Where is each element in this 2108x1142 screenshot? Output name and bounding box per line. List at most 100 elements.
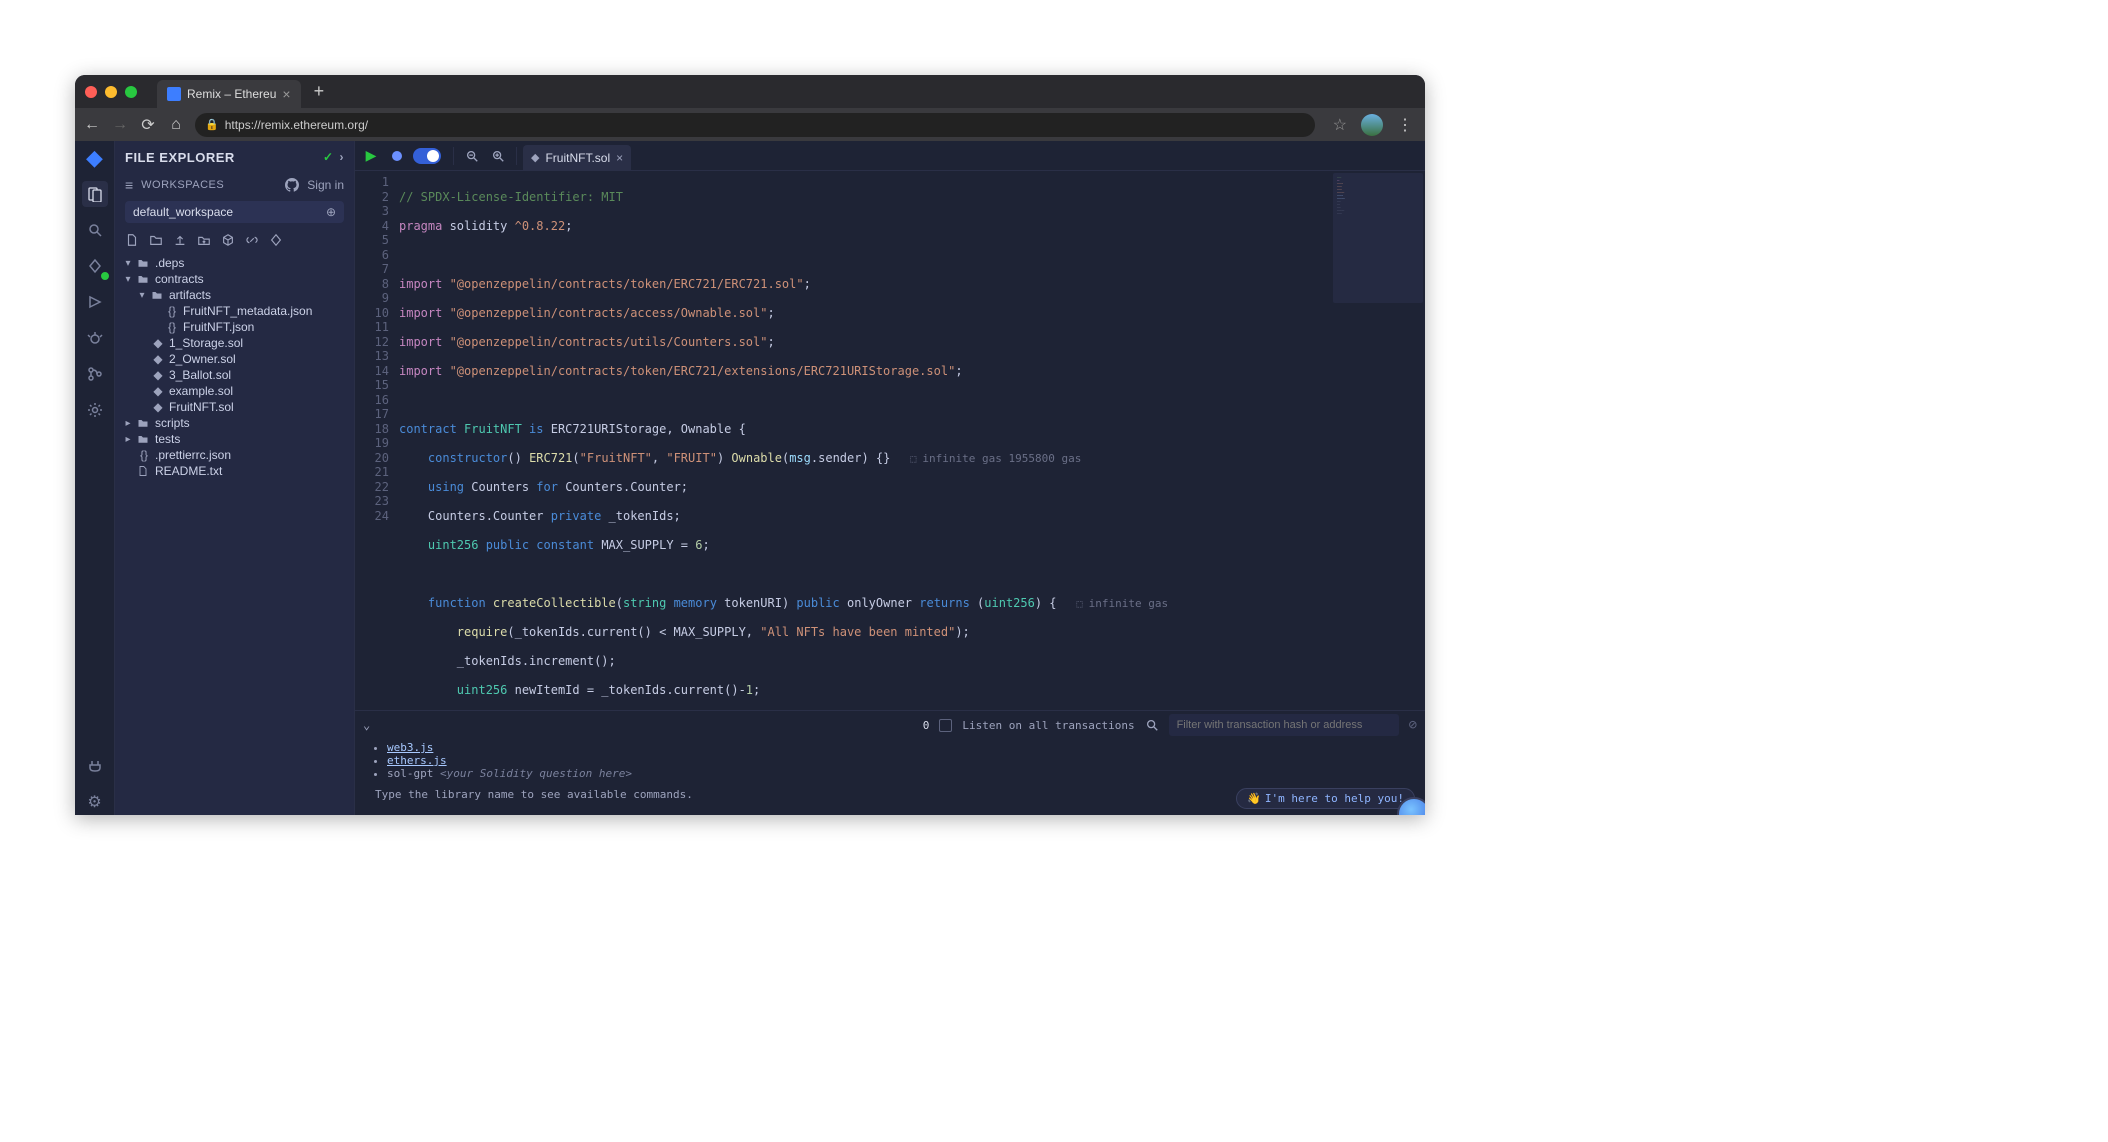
folder-icon (137, 257, 151, 269)
tab-favicon-icon (167, 87, 181, 101)
editor-tab[interactable]: ◆ FruitNFT.sol × (523, 145, 631, 171)
help-bubble[interactable]: 👋 I'm here to help you! (1236, 788, 1415, 809)
check-icon: ✓ (323, 150, 334, 164)
file-explorer-tab-icon[interactable] (82, 181, 108, 207)
link-icon[interactable] (245, 233, 259, 247)
tree-item-label: README.txt (155, 464, 222, 478)
folder-item[interactable]: ▸scripts (115, 415, 354, 431)
sol-icon: ◆ (151, 384, 165, 398)
debug-button[interactable] (385, 144, 409, 168)
separator (453, 147, 454, 165)
tree-item-label: .prettierrc.json (155, 448, 231, 462)
terminal-output[interactable]: web3.js ethers.js sol-gpt <your Solidity… (355, 739, 1425, 815)
file-item[interactable]: ◆FruitNFT.sol (115, 399, 354, 415)
file-item[interactable]: ◆ 1_Storage.sol (115, 335, 354, 351)
reload-button[interactable]: ⟳ (139, 115, 157, 135)
tree-item-label: FruitNFT_metadata.json (183, 304, 312, 318)
settings-tab-icon[interactable] (82, 397, 108, 423)
json-icon: {} (137, 448, 151, 462)
bottom-settings-icon[interactable]: ⚙ (82, 789, 108, 815)
plugin-manager-icon[interactable] (82, 753, 108, 779)
chevron-right-icon[interactable]: › (340, 150, 345, 164)
browser-menu-button[interactable]: ⋮ (1397, 115, 1413, 135)
browser-toolbar: ← → ⟳ ⌂ 🔒 https://remix.ethereum.org/ ☆ … (75, 108, 1425, 141)
workspace-selector[interactable]: default_workspace ⊕ (125, 201, 344, 223)
git-tab-icon[interactable] (82, 361, 108, 387)
hamburger-icon[interactable]: ≡ (125, 177, 133, 193)
folder-icon (151, 289, 165, 301)
address-bar[interactable]: 🔒 https://remix.ethereum.org/ (195, 113, 1315, 137)
signin-link[interactable]: Sign in (307, 178, 344, 192)
compiler-tab-icon[interactable] (82, 253, 108, 279)
zoom-out-button[interactable] (460, 144, 484, 168)
upload-icon[interactable] (173, 233, 187, 247)
maximize-window-button[interactable] (125, 86, 137, 98)
back-button[interactable]: ← (83, 116, 101, 134)
minimap[interactable]: ▬▬▬▬▬▬▬ ▬▬▬▬ ▬▬▬▬▬▬▬▬▬▬ ▬▬▬▬▬▬▬▬ ▬▬▬▬▬▬▬… (1333, 173, 1423, 303)
terminal-toggle-icon[interactable]: ⌄ (363, 718, 370, 732)
new-file-icon[interactable] (125, 233, 139, 247)
folder-item[interactable]: ▾artifacts (115, 287, 354, 303)
code-area[interactable]: // SPDX-License-Identifier: MIT pragma s… (399, 171, 1425, 710)
terminal-panel: ⌄ 0 Listen on all transactions ⊘ web3.js… (355, 710, 1425, 815)
tab-title: Remix – Ethereu (187, 87, 276, 101)
close-tab-button[interactable]: × (282, 86, 290, 102)
forward-button[interactable]: → (111, 116, 129, 134)
terminal-search-icon[interactable] (1145, 718, 1159, 732)
workspace-options-icon[interactable]: ⊕ (326, 205, 336, 219)
sol-icon: ◆ (151, 336, 165, 350)
new-folder-icon[interactable] (149, 233, 163, 247)
gas-estimate: infinite gas (1077, 597, 1169, 610)
minimize-window-button[interactable] (105, 86, 117, 98)
new-tab-button[interactable]: + (314, 81, 325, 102)
debugger-tab-icon[interactable] (82, 325, 108, 351)
folder-item[interactable]: ▸tests (115, 431, 354, 447)
sol-icon: ◆ (151, 352, 165, 366)
cube-icon[interactable] (221, 233, 235, 247)
folder-icon (137, 433, 151, 445)
tree-item-label: scripts (155, 416, 190, 430)
auto-compile-toggle[interactable] (413, 148, 441, 164)
code-editor[interactable]: 123456789101112131415161718192021222324 … (355, 171, 1425, 710)
clear-terminal-icon[interactable]: ⊘ (1409, 717, 1417, 733)
deploy-tab-icon[interactable] (82, 289, 108, 315)
github-icon[interactable] (285, 178, 299, 192)
gas-estimate: infinite gas 1955800 gas (910, 452, 1081, 465)
tree-item-label: FruitNFT.json (183, 320, 254, 334)
close-editor-tab-button[interactable]: × (616, 151, 623, 165)
file-item[interactable]: ◆example.sol (115, 383, 354, 399)
editor-tabbar: ▶ ◆ FruitNFT.sol × (355, 141, 1425, 171)
folder-item[interactable]: ▾contracts (115, 271, 354, 287)
line-gutter: 123456789101112131415161718192021222324 (355, 171, 399, 710)
run-button[interactable]: ▶ (359, 144, 383, 168)
lib-link[interactable]: ethers.js (387, 754, 447, 767)
workspace-name: default_workspace (133, 205, 326, 219)
file-item[interactable]: {}FruitNFT_metadata.json (115, 303, 354, 319)
file-item[interactable]: ◆2_Owner.sol (115, 351, 354, 367)
file-item[interactable]: ◆3_Ballot.sol (115, 367, 354, 383)
terminal-filter-input[interactable] (1169, 714, 1399, 736)
zoom-in-button[interactable] (486, 144, 510, 168)
home-button[interactable]: ⌂ (167, 116, 185, 134)
sol-icon: ◆ (151, 368, 165, 382)
file-item[interactable]: {} .prettierrc.json (115, 447, 354, 463)
browser-tab[interactable]: Remix – Ethereu × (157, 80, 301, 108)
file-item[interactable]: {}FruitNFT.json (115, 319, 354, 335)
browser-tabbar: Remix – Ethereu × + (75, 75, 1425, 108)
folder-item[interactable]: ▾.deps (115, 255, 354, 271)
panel-title: FILE EXPLORER (125, 150, 323, 165)
diamond-icon[interactable] (269, 233, 283, 247)
tree-item-label: .deps (155, 256, 184, 270)
profile-avatar[interactable] (1361, 114, 1383, 136)
close-window-button[interactable] (85, 86, 97, 98)
file-item[interactable]: README.txt (115, 463, 354, 479)
lib-link[interactable]: web3.js (387, 741, 433, 754)
bookmark-button[interactable]: ☆ (1333, 115, 1347, 135)
tree-item-label: 1_Storage.sol (169, 336, 243, 350)
search-tab-icon[interactable] (82, 217, 108, 243)
remix-logo-icon[interactable]: ◆ (82, 145, 108, 171)
workspaces-row: ≡ WORKSPACES Sign in (115, 173, 354, 197)
txt-icon (137, 465, 151, 477)
upload-folder-icon[interactable] (197, 233, 211, 247)
listen-checkbox[interactable] (939, 719, 952, 732)
